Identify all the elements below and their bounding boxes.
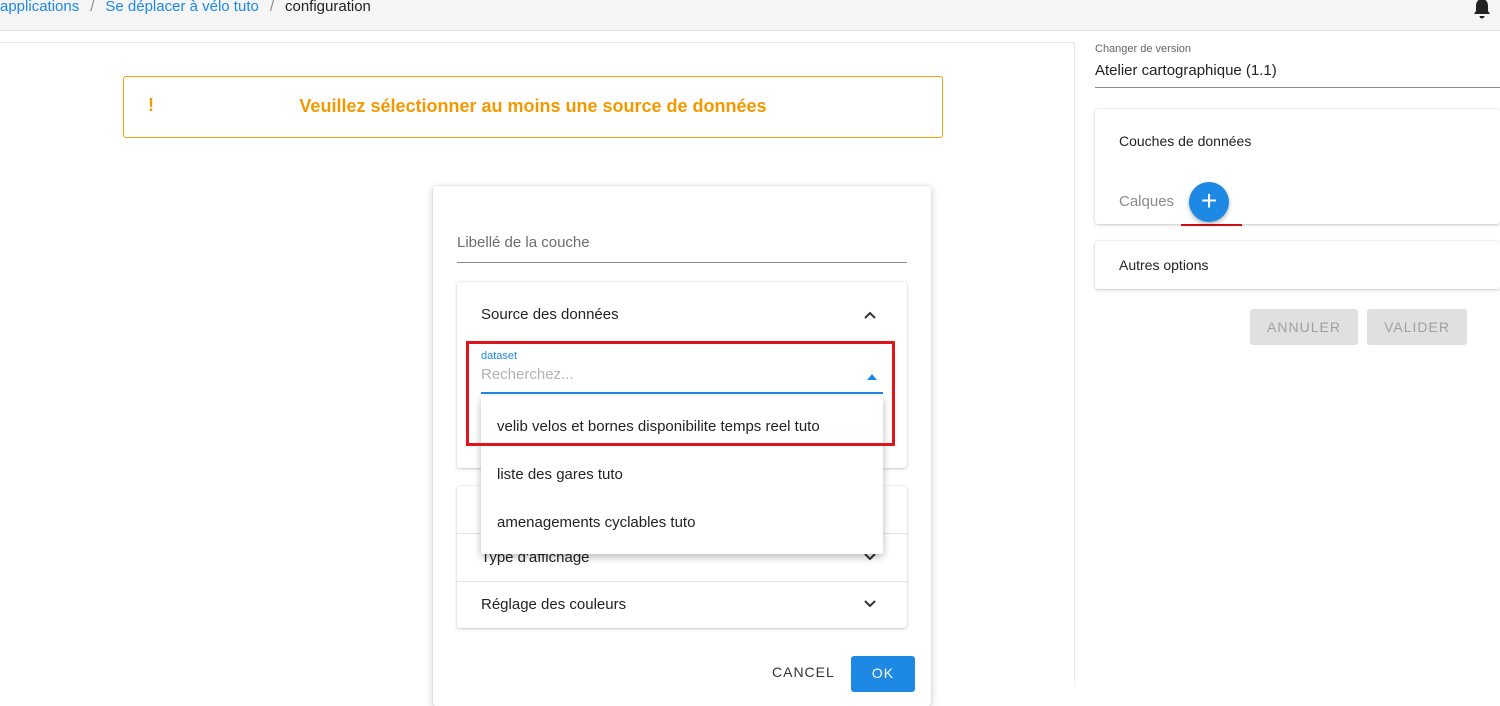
add-layer-button[interactable]: +	[1189, 182, 1229, 222]
breadcrumb-separator: /	[269, 0, 274, 15]
colors-title[interactable]: Réglage des couleurs	[481, 596, 626, 613]
alert-message: Veuillez sélectionner au moins une sourc…	[299, 96, 767, 116]
breadcrumb-current: configuration	[285, 0, 371, 15]
data-layers-title: Couches de données	[1119, 133, 1252, 149]
ok-button[interactable]: OK	[851, 656, 915, 692]
version-select[interactable]: Atelier cartographique (1.1)	[1095, 62, 1500, 88]
valider-button[interactable]: VALIDER	[1367, 309, 1467, 345]
breadcrumb: applications / Se déplacer à vélo tuto / con…	[0, 0, 371, 18]
data-layers-card: Couches de données Calques	[1095, 109, 1500, 224]
source-panel-title[interactable]: Source des données	[481, 306, 619, 323]
panel-divider	[1074, 42, 1075, 682]
layer-label-input[interactable]: Libellé de la couche	[457, 234, 907, 263]
other-options-title[interactable]: Autres options	[1119, 257, 1209, 273]
chevron-up-icon[interactable]	[863, 308, 877, 322]
other-options-card[interactable]: Autres options	[1095, 241, 1500, 289]
panel-separator	[457, 581, 907, 582]
breadcrumb-applications[interactable]: applications	[0, 0, 79, 15]
highlight-box-dataset	[466, 341, 895, 446]
warning-alert: ! Veuillez sélectionner au moins une sou…	[123, 76, 943, 138]
main-area-border	[0, 42, 1074, 43]
version-label: Changer de version	[1095, 43, 1192, 55]
annuler-button[interactable]: ANNULER	[1250, 309, 1358, 345]
breadcrumb-separator: /	[90, 0, 95, 15]
dropdown-option[interactable]: liste des gares tuto	[497, 466, 623, 483]
top-bar: applications / Se déplacer à vélo tuto / con…	[0, 0, 1500, 31]
cancel-button[interactable]: CANCEL	[772, 664, 835, 680]
layers-label: Calques	[1119, 193, 1175, 210]
bell-icon[interactable]	[1472, 0, 1492, 20]
breadcrumb-project[interactable]: Se déplacer à vélo tuto	[105, 0, 258, 15]
dropdown-option[interactable]: amenagements cyclables tuto	[497, 514, 695, 531]
chevron-down-icon[interactable]	[863, 597, 877, 611]
